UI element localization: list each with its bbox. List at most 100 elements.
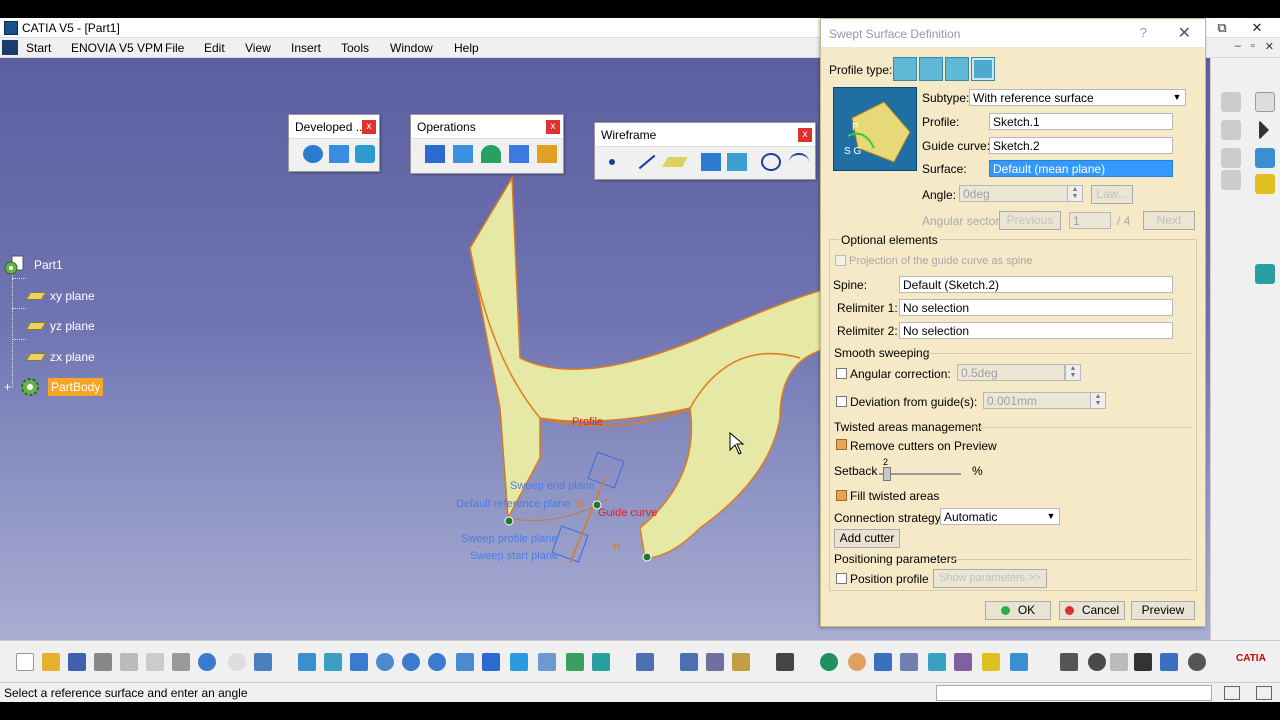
iso-view-icon[interactable]: [510, 653, 528, 671]
manipulate-icon[interactable]: [848, 653, 866, 671]
toolbar-operations-title[interactable]: Operations x: [411, 115, 563, 139]
axis-system-icon[interactable]: [1255, 148, 1275, 168]
status-icon[interactable]: [1224, 686, 1240, 700]
spline-icon[interactable]: [789, 153, 809, 171]
preview-button[interactable]: Preview: [1131, 601, 1195, 620]
cut-icon[interactable]: [120, 653, 138, 671]
snap-icon[interactable]: [954, 653, 972, 671]
zoom-out-icon[interactable]: [428, 653, 446, 671]
plane-tool-icon[interactable]: [662, 157, 688, 167]
redo-icon[interactable]: [228, 653, 246, 671]
angular-correction-field[interactable]: 0.5deg: [957, 364, 1065, 381]
select-arrow-icon[interactable]: [1255, 92, 1275, 112]
compass-icon[interactable]: [636, 653, 654, 671]
sketch-analysis-icon[interactable]: [982, 653, 1000, 671]
analysis-icon[interactable]: [1160, 653, 1178, 671]
zoom-in-icon[interactable]: [402, 653, 420, 671]
angular-correction-spinner[interactable]: ▲ ▼: [1065, 364, 1081, 381]
unfold-icon[interactable]: [329, 145, 349, 163]
subtype-dropdown[interactable]: With reference surface ▼: [969, 89, 1186, 106]
work-on-support-icon[interactable]: [928, 653, 946, 671]
ok-button[interactable]: OK: [985, 601, 1051, 620]
add-cutter-button[interactable]: Add cutter: [834, 529, 900, 548]
measure-between-icon[interactable]: [680, 653, 698, 671]
plane-view-icon[interactable]: [1255, 264, 1275, 284]
fillet-icon[interactable]: [481, 145, 501, 163]
formula-fx-icon[interactable]: [1060, 653, 1078, 671]
intersection-icon[interactable]: [727, 153, 747, 171]
deviation-field[interactable]: 0.001mm: [983, 392, 1091, 409]
swap-space-icon[interactable]: [592, 653, 610, 671]
circle-icon[interactable]: [761, 153, 781, 171]
open-icon[interactable]: [42, 653, 60, 671]
setback-slider-thumb[interactable]: [883, 467, 891, 481]
angle-field[interactable]: 0deg: [959, 185, 1069, 202]
menu-view[interactable]: View: [245, 41, 271, 55]
knowledge-icon[interactable]: [1221, 148, 1241, 168]
connection-strategy-dropdown[interactable]: Automatic ▼: [940, 508, 1060, 525]
sketcher-icon[interactable]: [1255, 174, 1275, 194]
capture-icon[interactable]: [776, 653, 794, 671]
extrapolate-icon[interactable]: [537, 145, 557, 163]
comment-icon[interactable]: [1088, 653, 1106, 671]
split-icon[interactable]: [453, 145, 473, 163]
surface-field[interactable]: Default (mean plane): [989, 160, 1173, 177]
formula-icon[interactable]: [1221, 170, 1241, 190]
menu-file[interactable]: File: [165, 41, 184, 55]
doc-restore-button[interactable]: ▫: [1251, 40, 1255, 53]
toolbar-operations-close-button[interactable]: x: [546, 120, 560, 134]
deviation-spinner[interactable]: ▲ ▼: [1090, 392, 1106, 409]
explicit-profile-icon[interactable]: [893, 57, 917, 81]
save-icon[interactable]: [68, 653, 86, 671]
measure-icon[interactable]: [1221, 120, 1241, 140]
line-profile-icon[interactable]: [919, 57, 943, 81]
toolbar-wireframe-close-button[interactable]: x: [798, 128, 812, 142]
angular-correction-checkbox[interactable]: [836, 368, 847, 379]
surface-icon[interactable]: [1010, 653, 1028, 671]
dialog-help-button[interactable]: ?: [1140, 25, 1147, 40]
next-button[interactable]: Next: [1143, 211, 1195, 230]
normal-view-icon[interactable]: [456, 653, 474, 671]
toolbar-wireframe-title[interactable]: Wireframe x: [595, 123, 815, 147]
point-icon[interactable]: [609, 159, 615, 165]
reaction-icon[interactable]: [1188, 653, 1206, 671]
show-parameters-button[interactable]: Show parameters >>: [933, 569, 1047, 588]
circle-profile-icon[interactable]: [945, 57, 969, 81]
catalog-icon[interactable]: [1221, 92, 1241, 112]
new-icon[interactable]: [16, 653, 34, 671]
close-window-button[interactable]: ✕: [1234, 18, 1280, 38]
whats-this-icon[interactable]: [254, 653, 272, 671]
paste-icon[interactable]: [172, 653, 190, 671]
undo-icon[interactable]: [198, 653, 216, 671]
guide-curve-field[interactable]: Sketch.2: [989, 137, 1173, 154]
projection-checkbox[interactable]: [835, 255, 846, 266]
update-icon[interactable]: [820, 653, 838, 671]
hide-show-icon[interactable]: [566, 653, 584, 671]
lock-icon[interactable]: [1110, 653, 1128, 671]
copy-icon[interactable]: [146, 653, 164, 671]
grid-icon[interactable]: [900, 653, 918, 671]
menu-window[interactable]: Window: [390, 41, 433, 55]
menu-edit[interactable]: Edit: [204, 41, 225, 55]
join-icon[interactable]: [425, 145, 445, 163]
relimiter2-field[interactable]: No selection: [899, 322, 1173, 339]
dialog-title-bar[interactable]: Swept Surface Definition ? ✕: [821, 19, 1205, 47]
spine-field[interactable]: Default (Sketch.2): [899, 276, 1173, 293]
restore-button[interactable]: ⧉: [1210, 18, 1234, 38]
projection-icon[interactable]: [701, 153, 721, 171]
doc-close-button[interactable]: ✕: [1265, 40, 1274, 53]
fit-all-icon[interactable]: [324, 653, 342, 671]
develop-icon[interactable]: [303, 145, 323, 163]
law-button[interactable]: Law...: [1091, 185, 1133, 204]
angle-spinner[interactable]: ▲ ▼: [1067, 185, 1083, 202]
menu-insert[interactable]: Insert: [291, 41, 321, 55]
fly-mode-icon[interactable]: [298, 653, 316, 671]
apply-material-icon[interactable]: [732, 653, 750, 671]
toolbar-developed-close-button[interactable]: x: [362, 120, 376, 134]
axis-icon[interactable]: [874, 653, 892, 671]
doc-minimize-button[interactable]: –: [1235, 40, 1241, 53]
deviation-checkbox[interactable]: [836, 396, 847, 407]
transfer-icon[interactable]: [355, 145, 375, 163]
menu-start[interactable]: Start: [26, 41, 51, 55]
menu-help[interactable]: Help: [454, 41, 479, 55]
